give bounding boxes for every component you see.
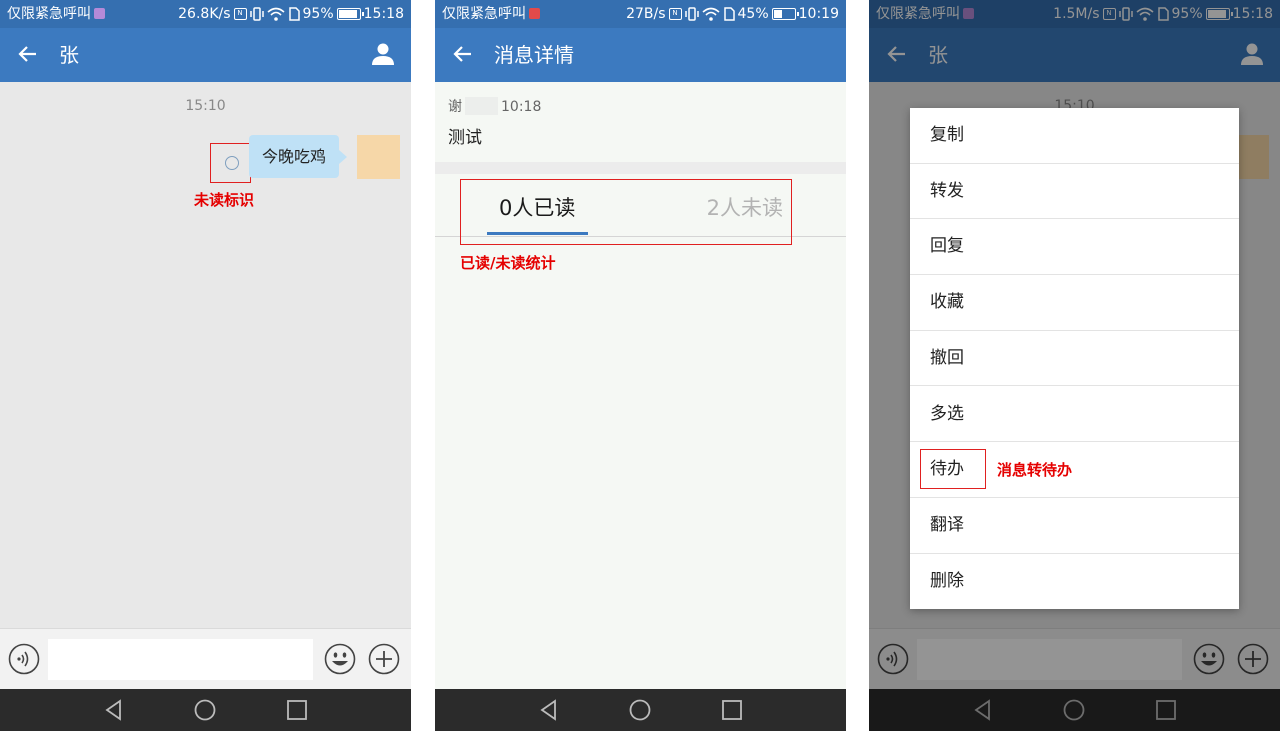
app-bar: 张 bbox=[0, 28, 411, 82]
annotation-label: 已读/未读统计 bbox=[460, 254, 556, 272]
nav-back-icon[interactable] bbox=[537, 698, 561, 722]
battery-percent: 95% bbox=[302, 6, 334, 22]
screen-chat: 仅限紧急呼叫 26.8K/s N 95% 15:18 张 15:10 今晚吃鸡 … bbox=[0, 0, 411, 731]
screen-message-detail: 仅限紧急呼叫 27B/s N 45% 10:19 消息详情 谢 10:18 测试 … bbox=[435, 0, 846, 731]
network-speed: 27B/s bbox=[626, 6, 666, 22]
arrow-back-icon[interactable] bbox=[449, 40, 477, 68]
unread-indicator bbox=[225, 156, 239, 170]
input-bar bbox=[0, 628, 411, 689]
nav-recents-icon[interactable] bbox=[720, 698, 744, 722]
clock: 15:18 bbox=[363, 6, 404, 22]
avatar[interactable] bbox=[357, 135, 400, 179]
app-bar: 消息详情 bbox=[435, 28, 846, 82]
nfc-icon: N bbox=[668, 8, 682, 20]
page-title: 张 bbox=[59, 43, 79, 67]
clock: 10:19 bbox=[798, 6, 839, 22]
menu-item-delete[interactable]: 删除 bbox=[910, 554, 1239, 610]
carrier-text: 仅限紧急呼叫 bbox=[7, 6, 91, 22]
emoji-icon[interactable] bbox=[324, 643, 356, 675]
redacted-name bbox=[465, 97, 498, 115]
chat-timestamp: 15:10 bbox=[185, 98, 226, 114]
screen-chat-menu: 仅限紧急呼叫 1.5M/s N 95% 15:18 张 15:10 复制 转发 bbox=[869, 0, 1280, 731]
nav-home-icon[interactable] bbox=[193, 698, 217, 722]
arrow-back-icon[interactable] bbox=[14, 40, 42, 68]
notification-icon bbox=[529, 8, 540, 19]
battery-icon bbox=[336, 8, 364, 20]
battery-fill bbox=[338, 10, 357, 18]
notification-icon bbox=[94, 8, 105, 19]
sim-icon bbox=[723, 7, 735, 21]
status-bar: 仅限紧急呼叫 27B/s N 45% 10:19 bbox=[435, 0, 846, 28]
battery-percent: 45% bbox=[737, 6, 769, 22]
wifi-icon bbox=[266, 7, 285, 21]
annotation-label: 消息转待办 bbox=[997, 461, 1073, 479]
menu-item-copy[interactable]: 复制 bbox=[910, 108, 1239, 164]
sender-name: 谢 bbox=[448, 99, 462, 115]
menu-item-reply[interactable]: 回复 bbox=[910, 219, 1239, 276]
menu-item-favorite[interactable]: 收藏 bbox=[910, 275, 1239, 331]
sim-icon bbox=[288, 7, 300, 21]
message-body: 测试 bbox=[448, 128, 482, 148]
battery-fill bbox=[773, 10, 783, 18]
nav-back-icon[interactable] bbox=[102, 698, 126, 722]
menu-item-multiselect[interactable]: 多选 bbox=[910, 387, 1239, 443]
person-icon[interactable] bbox=[371, 42, 395, 66]
context-menu: 复制 转发 回复 收藏 撤回 多选 待办 翻译 删除 bbox=[910, 108, 1239, 609]
wifi-icon bbox=[701, 7, 720, 21]
annotation-label: 未读标识 bbox=[194, 191, 255, 209]
message-sender: 谢 10:18 bbox=[448, 96, 541, 116]
system-nav-bar bbox=[0, 689, 411, 731]
page-title: 消息详情 bbox=[494, 43, 574, 67]
message-input[interactable] bbox=[48, 639, 313, 680]
battery-icon bbox=[771, 8, 799, 20]
voice-icon[interactable] bbox=[8, 643, 40, 675]
network-speed: 26.8K/s bbox=[178, 6, 231, 22]
nav-recents-icon[interactable] bbox=[285, 698, 309, 722]
menu-item-translate[interactable]: 翻译 bbox=[910, 498, 1239, 554]
annotation-box bbox=[920, 449, 986, 489]
carrier-text: 仅限紧急呼叫 bbox=[442, 6, 526, 22]
system-nav-bar bbox=[435, 689, 846, 731]
annotation-box bbox=[460, 179, 792, 245]
status-bar: 仅限紧急呼叫 26.8K/s N 95% 15:18 bbox=[0, 0, 411, 28]
vibrate-icon bbox=[249, 7, 264, 21]
nfc-icon: N bbox=[233, 8, 247, 20]
menu-item-forward[interactable]: 转发 bbox=[910, 164, 1239, 220]
message-bubble[interactable]: 今晚吃鸡 bbox=[249, 135, 348, 178]
divider bbox=[435, 162, 846, 174]
message-time: 10:18 bbox=[501, 99, 542, 115]
menu-item-recall[interactable]: 撤回 bbox=[910, 331, 1239, 387]
vibrate-icon bbox=[684, 7, 699, 21]
plus-icon[interactable] bbox=[368, 643, 400, 675]
nav-home-icon[interactable] bbox=[628, 698, 652, 722]
